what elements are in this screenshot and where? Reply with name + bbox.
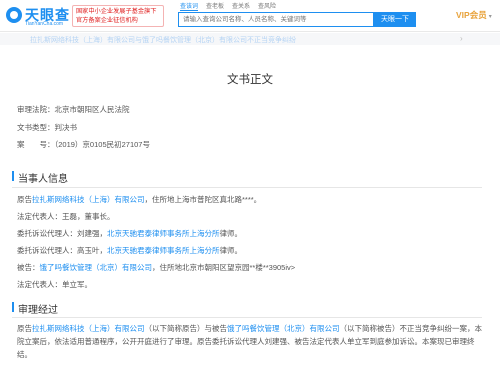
court-row: 审理法院：北京市朝阳区人民法院 [17, 104, 130, 115]
trial-plaintiff-link[interactable]: 拉扎斯网络科技（上海）有限公司 [32, 324, 145, 333]
agent2-suffix: 律师。 [219, 246, 243, 255]
chevron-right-icon[interactable]: › [460, 34, 463, 43]
court-value: 北京市朝阳区人民法院 [54, 105, 130, 114]
eye-logo-icon [6, 7, 22, 23]
case-title-text: 拉扎斯网络科技（上海）有限公司与饿了吗餐饮管理（北京）有限公司不正当竞争纠纷 [30, 37, 296, 44]
search-tab-company[interactable]: 查该词 [180, 1, 199, 11]
plaintiff-link[interactable]: 拉扎斯网络科技（上海）有限公司 [32, 195, 145, 204]
parties-section-title: 当事人信息 [12, 170, 68, 185]
trial-paragraph: 原告拉扎斯网络科技（上海）有限公司（以下简称原告）与被告饿了吗餐饮管理（北京）有… [17, 322, 482, 361]
certification-badge: 国家中小企业发展子基金旗下 官方备案企业征信机构 [72, 5, 164, 27]
agent1-firm-link[interactable]: 北京天驰君泰律师事务所上海分所 [107, 229, 220, 238]
case-title-bar: 拉扎斯网络科技（上海）有限公司与饿了吗餐饮管理（北京）有限公司不正当竞争纠纷 › [0, 33, 500, 45]
search-button[interactable]: 天眼一下 [374, 12, 416, 27]
legal-rep-row: 法定代表人：王磊，董事长。 [17, 212, 115, 221]
agent2-firm-link[interactable]: 北京天驰君泰律师事务所上海分所 [107, 246, 220, 255]
search-tab-relation[interactable]: 查关系 [232, 1, 250, 10]
defendant-prefix: 被告： [17, 263, 40, 272]
case-number-value: （2019）京0105民初27107号 [54, 140, 150, 149]
defendant-link[interactable]: 饿了吗餐饮管理（北京）有限公司 [40, 263, 153, 272]
plaintiff-address: ，住所地上海市普陀区真北路****。 [144, 195, 262, 204]
court-label: 审理法院： [17, 105, 55, 114]
top-header: 天眼查 TianYanCha.com 国家中小企业发展子基金旗下 官方备案企业征… [0, 0, 500, 32]
agent-row-2: 委托诉讼代理人：高玉叶，北京天驰君泰律师事务所上海分所律师。 [17, 245, 242, 256]
trial-prefix: 原告 [17, 324, 32, 333]
case-number-row: 案 号：（2019）京0105民初27107号 [17, 139, 150, 150]
site-logo[interactable]: 天眼查 TianYanCha.com [6, 4, 69, 28]
defendant-row: 被告：饿了吗餐饮管理（北京）有限公司，住所地北京市朝阳区望京园**楼**3905… [17, 262, 295, 273]
agent2-prefix: 委托诉讼代理人：高玉叶， [17, 246, 107, 255]
doc-type-label: 文书类型： [17, 123, 55, 132]
agent1-prefix: 委托诉讼代理人：刘建强， [17, 229, 107, 238]
trial-defendant-link[interactable]: 饿了吗餐饮管理（北京）有限公司 [227, 324, 340, 333]
search-box [178, 12, 374, 27]
plaintiff-prefix: 原告 [17, 195, 32, 204]
section-divider [12, 317, 482, 318]
document-title: 文书正文 [227, 74, 273, 86]
search-tab-boss[interactable]: 查老板 [206, 1, 224, 10]
case-number-label: 案 号： [17, 140, 55, 149]
trial-section-title: 审理经过 [12, 301, 58, 316]
badge-line-1: 国家中小企业发展子基金旗下 [76, 8, 157, 15]
agent-row-1: 委托诉讼代理人：刘建强，北京天驰君泰律师事务所上海分所律师。 [17, 228, 242, 239]
defendant-legal-rep-row: 法定代表人：单立军。 [17, 280, 92, 289]
agent1-suffix: 律师。 [219, 229, 243, 238]
logo-subtitle: TianYanCha.com [25, 21, 64, 27]
doc-type-row: 文书类型：判决书 [17, 122, 77, 133]
chevron-down-icon: ▾ [488, 14, 492, 20]
search-tab-risk[interactable]: 查风险 [258, 1, 276, 10]
doc-type-value: 判决书 [54, 123, 78, 132]
badge-line-2: 官方备案企业征信机构 [76, 17, 138, 24]
vip-member-button[interactable]: VIP会员 ▾ [456, 9, 492, 21]
trial-mid: （以下简称原告）与被告 [144, 324, 228, 333]
search-input[interactable] [179, 13, 373, 26]
plaintiff-row: 原告拉扎斯网络科技（上海）有限公司，住所地上海市普陀区真北路****。 [17, 194, 261, 205]
section-divider [12, 187, 482, 188]
defendant-address: ，住所地北京市朝阳区望京园**楼**3905iv> [152, 263, 296, 272]
vip-label: VIP会员 [456, 10, 487, 20]
